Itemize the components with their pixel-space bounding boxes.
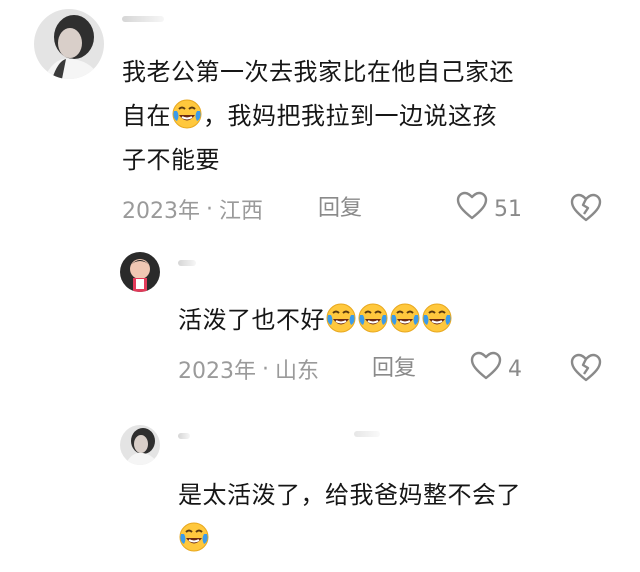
username[interactable]: [122, 16, 164, 22]
laughing-crying-emoji: [325, 302, 357, 334]
comment-location: 山东: [275, 359, 320, 384]
reply-button[interactable]: 回复: [372, 354, 416, 384]
like-button[interactable]: 4: [470, 351, 522, 387]
meta-separator: ·: [206, 196, 213, 222]
comment-date: 2023年: [122, 199, 200, 224]
comment-meta: 2023年 · 山东: [178, 354, 320, 385]
username-blur-fragment: [354, 431, 380, 437]
comment-item: 我老公第一次去我家比在他自己家还 自在 ，我妈把我拉到一边说这孩 子不能要 202…: [0, 0, 640, 240]
like-button[interactable]: 51: [456, 191, 522, 227]
comment-text: 活泼了也不好: [178, 298, 618, 342]
laughing-crying-emoji: [357, 302, 389, 334]
laughing-crying-emoji: [178, 521, 210, 553]
comment-text: 我老公第一次去我家比在他自己家还 自在 ，我妈把我拉到一边说这孩 子不能要: [122, 58, 514, 174]
laughing-crying-emoji: [389, 302, 421, 334]
like-count: 4: [508, 356, 522, 382]
avatar[interactable]: [120, 252, 160, 292]
username[interactable]: [178, 433, 190, 439]
heart-outline-icon: [456, 191, 488, 227]
laughing-crying-emoji: [421, 302, 453, 334]
comment-location: 江西: [219, 199, 264, 224]
broken-heart-icon[interactable]: [570, 193, 604, 225]
heart-outline-icon: [470, 351, 502, 387]
comment-text: 是太活泼了，给我爸妈整不会了: [178, 473, 618, 561]
broken-heart-icon[interactable]: [570, 353, 604, 385]
laughing-crying-emoji: [171, 98, 203, 130]
reply-item: 是太活泼了，给我爸妈整不会了: [0, 405, 640, 572]
avatar[interactable]: [120, 425, 160, 465]
comment-date: 2023年: [178, 359, 256, 384]
avatar[interactable]: [34, 9, 104, 79]
reply-button[interactable]: 回复: [318, 194, 362, 224]
username[interactable]: [178, 260, 196, 266]
meta-separator: ·: [262, 356, 269, 382]
reply-item: 活泼了也不好 2023年 · 山东 回复 4: [0, 240, 640, 405]
like-count: 51: [494, 196, 522, 222]
comment-meta: 2023年 · 江西: [122, 194, 264, 225]
